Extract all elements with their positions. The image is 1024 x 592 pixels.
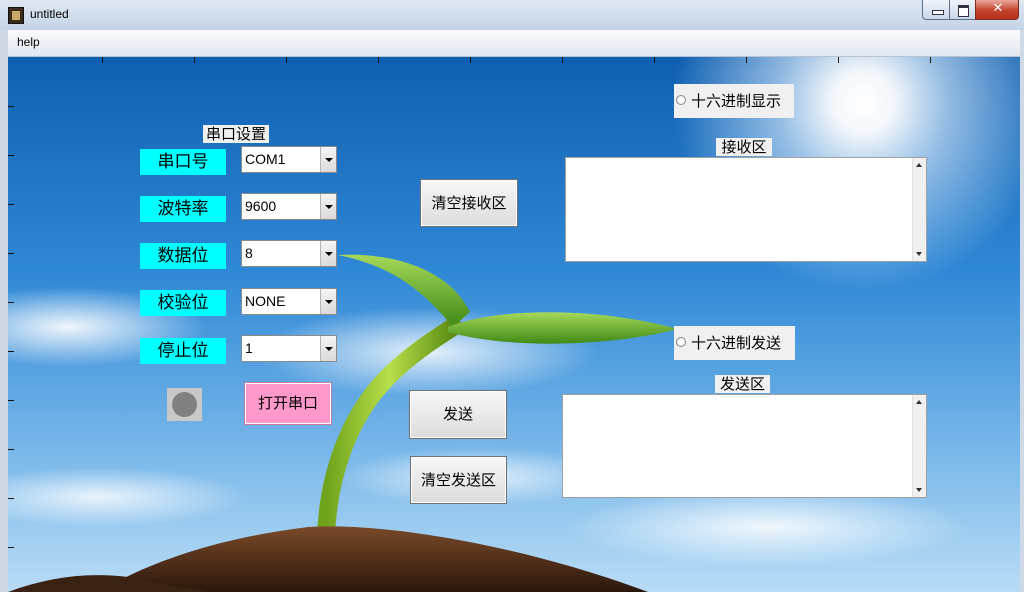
hex-send-label: 十六进制发送 — [691, 334, 782, 352]
send-textarea[interactable] — [562, 394, 927, 498]
radio-icon[interactable] — [676, 337, 686, 347]
app-icon — [8, 7, 24, 24]
axis-tick — [838, 57, 839, 63]
receive-area-title: 接收区 — [716, 138, 772, 156]
scroll-down-icon[interactable] — [916, 488, 922, 492]
parity-select[interactable]: NONE — [241, 288, 337, 315]
indicator-light-icon — [172, 392, 197, 417]
clear-receive-button[interactable]: 清空接收区 — [420, 179, 518, 227]
title-bar[interactable]: untitled ✕ — [0, 0, 1024, 30]
axis-tick — [930, 57, 931, 63]
axis-tick — [8, 302, 14, 303]
send-scrollbar[interactable] — [912, 395, 926, 497]
scroll-down-icon[interactable] — [916, 252, 922, 256]
chevron-down-icon[interactable] — [320, 147, 336, 172]
minimize-button[interactable] — [922, 0, 950, 20]
axis-tick — [470, 57, 471, 63]
scroll-up-icon[interactable] — [916, 163, 922, 167]
close-button[interactable]: ✕ — [975, 0, 1019, 20]
chevron-down-icon[interactable] — [320, 241, 336, 266]
parity-label: 校验位 — [140, 290, 226, 316]
close-icon: ✕ — [992, 1, 1004, 16]
status-indicator — [167, 388, 202, 421]
databits-select[interactable]: 8 — [241, 240, 337, 267]
hex-send-radio[interactable]: 十六进制发送 — [674, 326, 795, 360]
port-select[interactable]: COM1 — [241, 146, 337, 173]
stopbits-select[interactable]: 1 — [241, 335, 337, 362]
menu-help[interactable]: help — [17, 35, 40, 49]
axis-tick — [8, 498, 14, 499]
send-area-title: 发送区 — [715, 375, 770, 393]
parity-value: NONE — [245, 293, 286, 309]
port-label: 串口号 — [140, 149, 226, 175]
maximize-icon — [958, 5, 969, 17]
chevron-down-icon[interactable] — [320, 194, 336, 219]
axis-tick — [102, 57, 103, 63]
port-value: COM1 — [245, 151, 286, 167]
axis-tick — [8, 155, 14, 156]
hex-display-label: 十六进制显示 — [691, 92, 782, 110]
axis-tick — [194, 57, 195, 63]
clear-send-button[interactable]: 清空发送区 — [410, 456, 507, 504]
hex-display-radio[interactable]: 十六进制显示 — [674, 84, 794, 118]
window-title: untitled — [30, 7, 69, 21]
axis-tick — [286, 57, 287, 63]
chevron-down-icon[interactable] — [320, 336, 336, 361]
baud-select[interactable]: 9600 — [241, 193, 337, 220]
figure-canvas: 串口设置 串口号 COM1 波特率 9600 数据位 8 校验位 NONE 停止… — [8, 57, 1020, 592]
receive-scrollbar[interactable] — [912, 158, 926, 261]
send-button[interactable]: 发送 — [409, 390, 507, 439]
baud-value: 9600 — [245, 198, 277, 214]
axis-tick — [8, 351, 14, 352]
minimize-icon — [932, 10, 944, 15]
axis-tick — [8, 204, 14, 205]
axis-tick — [378, 57, 379, 63]
open-port-button[interactable]: 打开串口 — [244, 382, 332, 425]
axis-tick — [8, 253, 14, 254]
maximize-button[interactable] — [949, 0, 976, 20]
axis-tick — [746, 57, 747, 63]
axis-tick — [562, 57, 563, 63]
scroll-up-icon[interactable] — [916, 400, 922, 404]
receive-textarea[interactable] — [565, 157, 927, 262]
databits-label: 数据位 — [140, 243, 226, 269]
chevron-down-icon[interactable] — [320, 289, 336, 314]
menu-bar: help — [8, 30, 1020, 57]
radio-icon[interactable] — [676, 95, 686, 105]
serial-settings-title: 串口设置 — [203, 125, 269, 143]
axis-tick — [8, 449, 14, 450]
databits-value: 8 — [245, 245, 253, 261]
seedling-background-image — [8, 254, 678, 592]
stopbits-label: 停止位 — [140, 338, 226, 364]
axis-tick — [8, 106, 14, 107]
axis-tick — [8, 400, 14, 401]
axis-tick — [654, 57, 655, 63]
baud-label: 波特率 — [140, 196, 226, 222]
axis-tick — [8, 547, 14, 548]
stopbits-value: 1 — [245, 340, 253, 356]
